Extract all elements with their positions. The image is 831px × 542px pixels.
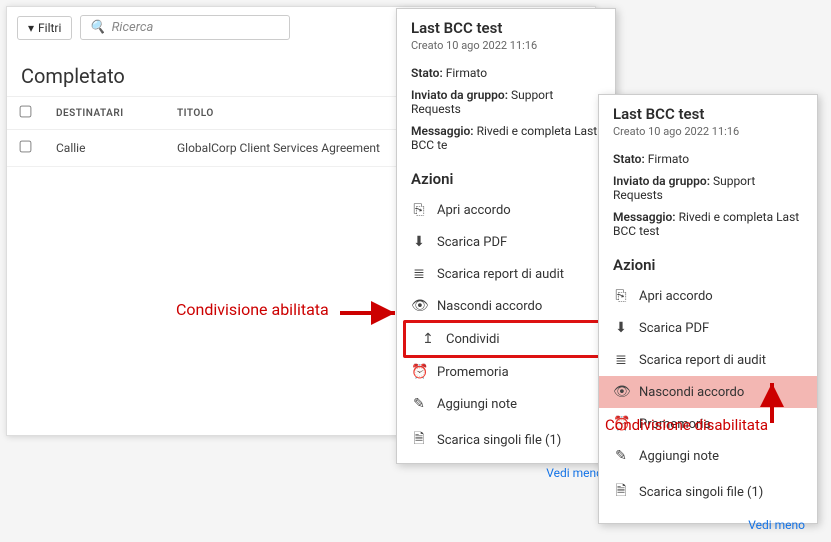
audit-icon: ≣ bbox=[613, 352, 629, 368]
action-label: Scarica singoli file (1) bbox=[639, 485, 763, 500]
detail-title: Last BCC test bbox=[397, 9, 615, 39]
stato-label: Stato: bbox=[411, 66, 443, 80]
gruppo-label: Inviato da gruppo: bbox=[411, 88, 508, 102]
pdf-icon: ⬇ bbox=[411, 234, 427, 250]
action-reminder[interactable]: ⏰ Promemoria bbox=[397, 356, 615, 388]
action-open[interactable]: ⎘ Apri accordo bbox=[397, 194, 615, 226]
filter-icon: ▾ bbox=[28, 21, 34, 35]
action-hide[interactable]: 👁 Nascondi accordo bbox=[599, 376, 817, 408]
annotation-enabled: Condivisione abilitata bbox=[176, 300, 329, 319]
detail-title: Last BCC test bbox=[599, 95, 817, 125]
msg-label: Messaggio: bbox=[411, 124, 474, 138]
detail-messaggio: Messaggio: Rivedi e completa Last BCC te… bbox=[599, 206, 817, 242]
search-icon: 🔍 bbox=[89, 20, 105, 35]
action-audit[interactable]: ≣ Scarica report di audit bbox=[599, 344, 817, 376]
action-label: Scarica PDF bbox=[639, 321, 709, 336]
action-files[interactable]: 🗎 Scarica singoli file (1) bbox=[599, 472, 817, 512]
note-icon: ✎ bbox=[613, 448, 629, 464]
action-hide[interactable]: 👁 Nascondi accordo bbox=[397, 290, 615, 322]
annotation-disabled: Condivisione disabilitata bbox=[605, 416, 768, 434]
detail-stato: Stato: Firmato bbox=[599, 148, 817, 170]
detail-gruppo: Inviato da gruppo: Support Requests bbox=[397, 84, 615, 120]
action-label: Scarica singoli file (1) bbox=[437, 433, 561, 448]
action-label: Scarica PDF bbox=[437, 235, 507, 250]
files-icon: 🗎 bbox=[613, 480, 629, 504]
detail-panel-left: Last BCC test Creato 10 ago 2022 11:16 S… bbox=[396, 8, 616, 464]
vedi-meno-link[interactable]: Vedi meno bbox=[748, 518, 805, 532]
action-label: Apri accordo bbox=[639, 289, 713, 304]
vedi-meno: Vedi meno bbox=[599, 512, 817, 542]
azioni-header: Azioni bbox=[397, 156, 615, 194]
action-label: Nascondi accordo bbox=[639, 385, 744, 400]
audit-icon: ≣ bbox=[411, 266, 427, 282]
action-note[interactable]: ✎ Aggiungi note bbox=[397, 388, 615, 420]
action-label: Scarica report di audit bbox=[437, 267, 564, 282]
hide-icon: 👁 bbox=[613, 384, 629, 400]
action-files[interactable]: 🗎 Scarica singoli file (1) bbox=[397, 420, 615, 460]
action-label: Nascondi accordo bbox=[437, 299, 542, 314]
action-audit[interactable]: ≣ Scarica report di audit bbox=[397, 258, 615, 290]
cell-destinatari: Callie bbox=[44, 130, 165, 167]
files-icon: 🗎 bbox=[411, 428, 427, 452]
select-all-checkbox[interactable] bbox=[20, 106, 32, 118]
action-pdf[interactable]: ⬇ Scarica PDF bbox=[599, 312, 817, 344]
detail-stato: Stato: Firmato bbox=[397, 62, 615, 84]
vedi-meno: Vedi meno bbox=[397, 460, 615, 490]
action-pdf[interactable]: ⬇ Scarica PDF bbox=[397, 226, 615, 258]
action-label: Condividi bbox=[446, 332, 500, 347]
action-label: Aggiungi note bbox=[437, 397, 517, 412]
col-destinatari[interactable]: DESTINATARI bbox=[44, 97, 165, 130]
search-placeholder: Ricerca bbox=[112, 20, 154, 35]
stato-label: Stato: bbox=[613, 152, 645, 166]
detail-created: Creato 10 ago 2022 11:16 bbox=[599, 125, 817, 148]
pdf-icon: ⬇ bbox=[613, 320, 629, 336]
share-icon: ↥ bbox=[420, 331, 436, 347]
detail-messaggio: Messaggio: Rivedi e completa Last BCC te bbox=[397, 120, 615, 156]
action-note[interactable]: ✎ Aggiungi note bbox=[599, 440, 817, 472]
row-checkbox[interactable] bbox=[20, 141, 32, 153]
clock-icon: ⏰ bbox=[411, 364, 427, 380]
action-label: Aggiungi note bbox=[639, 449, 719, 464]
action-label: Scarica report di audit bbox=[639, 353, 766, 368]
detail-created: Creato 10 ago 2022 11:16 bbox=[397, 39, 615, 62]
stato-value: Firmato bbox=[446, 66, 487, 80]
detail-panel-right: Last BCC test Creato 10 ago 2022 11:16 S… bbox=[598, 94, 818, 524]
action-label: Apri accordo bbox=[437, 203, 511, 218]
azioni-header: Azioni bbox=[599, 242, 817, 280]
note-icon: ✎ bbox=[411, 396, 427, 412]
msg-label: Messaggio: bbox=[613, 210, 676, 224]
action-open[interactable]: ⎘ Apri accordo bbox=[599, 280, 817, 312]
filter-button[interactable]: ▾ Filtri bbox=[17, 16, 72, 40]
filter-label: Filtri bbox=[38, 21, 61, 35]
vedi-meno-link[interactable]: Vedi meno bbox=[546, 466, 603, 480]
detail-gruppo: Inviato da gruppo: Support Requests bbox=[599, 170, 817, 206]
hide-icon: 👁 bbox=[411, 298, 427, 314]
open-icon: ⎘ bbox=[613, 288, 629, 304]
action-label: Promemoria bbox=[437, 365, 509, 380]
gruppo-label: Inviato da gruppo: bbox=[613, 174, 710, 188]
open-icon: ⎘ bbox=[411, 202, 427, 218]
stato-value: Firmato bbox=[648, 152, 689, 166]
search-input[interactable]: 🔍 Ricerca bbox=[80, 15, 290, 40]
action-share[interactable]: ↥ Condividi bbox=[403, 320, 609, 358]
